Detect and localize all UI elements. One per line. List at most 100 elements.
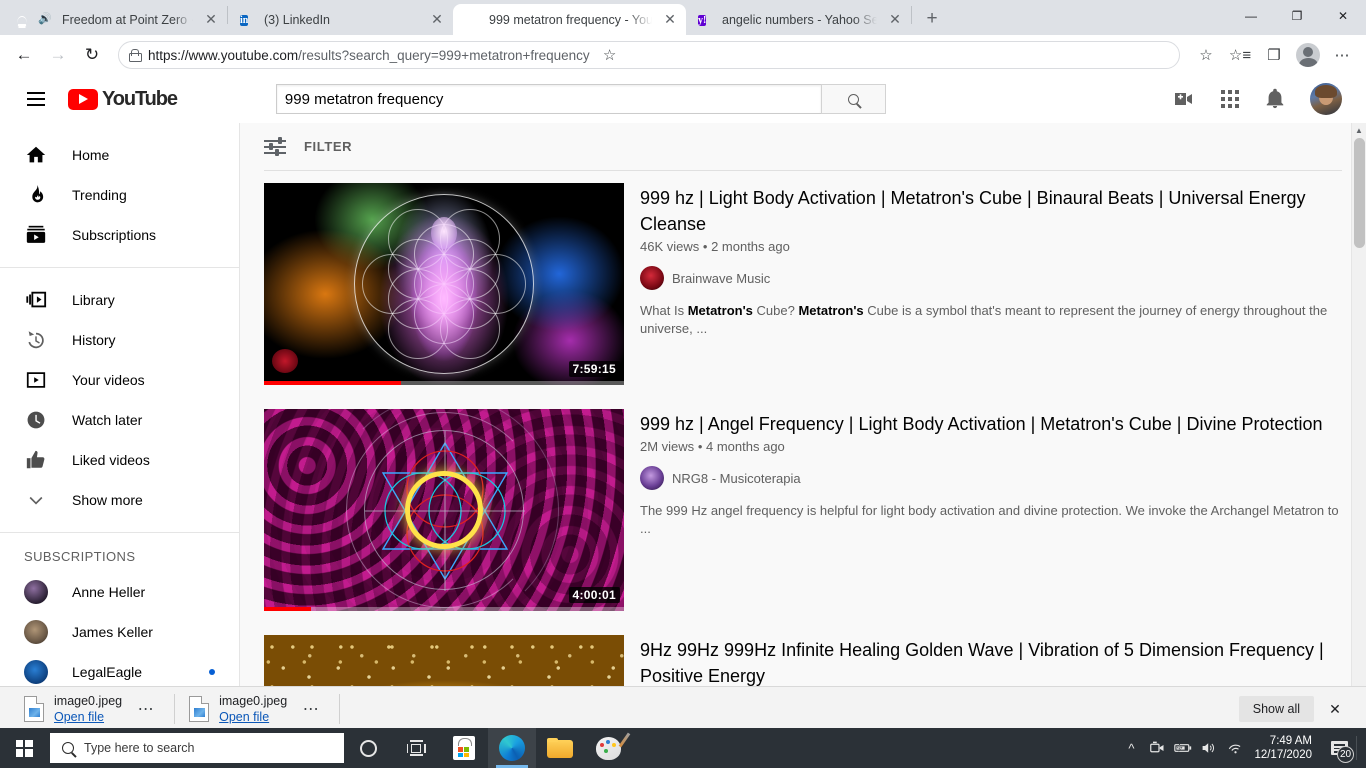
- video-description: The 999 Hz angel frequency is helpful fo…: [640, 502, 1342, 538]
- tab-close-icon[interactable]: ✕: [201, 10, 221, 30]
- add-to-favorites-icon[interactable]: ☆: [1190, 39, 1222, 71]
- url-path: /results?search_query=999+metatron+frequ…: [298, 47, 590, 63]
- tab-close-icon[interactable]: ✕: [885, 10, 905, 30]
- channel-avatar: [24, 620, 48, 644]
- sidebar-item-watch-later[interactable]: Watch later: [0, 400, 239, 440]
- sidebar-item-show-more[interactable]: Show more: [0, 480, 239, 520]
- battery-icon[interactable]: [1170, 728, 1196, 768]
- show-hidden-icons-arrow[interactable]: ^: [1118, 728, 1144, 768]
- browser-tab-youtube[interactable]: 999 metatron frequency - YouTube ✕: [453, 4, 686, 35]
- channel-avatar: [640, 266, 664, 290]
- flame-icon: [24, 183, 48, 207]
- cortana-button[interactable]: [344, 728, 392, 768]
- download-item[interactable]: image0.jpeg Open file ⋯: [175, 687, 339, 732]
- task-view-button[interactable]: [392, 728, 440, 768]
- tab-close-icon[interactable]: ✕: [427, 10, 447, 30]
- account-avatar[interactable]: [1310, 83, 1342, 115]
- search-result-item[interactable]: 7:59:15 999 hz | Light Body Activation |…: [264, 171, 1342, 397]
- search-result-item[interactable]: 4:00:01 999 hz | Angel Frequency | Light…: [264, 397, 1342, 623]
- wifi-icon[interactable]: [1222, 728, 1248, 768]
- paint-button[interactable]: [584, 728, 632, 768]
- close-window-button[interactable]: ✕: [1320, 0, 1366, 32]
- sidebar-item-liked-videos[interactable]: Liked videos: [0, 440, 239, 480]
- sidebar-item-home[interactable]: Home: [0, 135, 239, 175]
- video-title[interactable]: 999 hz | Light Body Activation | Metatro…: [640, 185, 1342, 237]
- microsoft-edge-button[interactable]: [488, 728, 536, 768]
- collections-icon[interactable]: ❐: [1258, 39, 1290, 71]
- browser-tab-spotify[interactable]: 🔊 Freedom at Point Zero · Jeff ✕: [2, 4, 227, 35]
- chevron-down-icon: [24, 488, 48, 512]
- tab-audio-playing-icon[interactable]: 🔊: [38, 14, 54, 25]
- profile-icon[interactable]: [1292, 39, 1324, 71]
- open-file-link[interactable]: Open file: [219, 710, 287, 724]
- channel-avatar: [640, 466, 664, 490]
- settings-more-icon[interactable]: ⋯: [1326, 39, 1358, 71]
- scrollbar-thumb[interactable]: [1354, 138, 1365, 248]
- camera-icon[interactable]: [1144, 728, 1170, 768]
- search-input[interactable]: [275, 84, 821, 114]
- video-title[interactable]: 999 hz | Angel Frequency | Light Body Ac…: [640, 411, 1342, 437]
- page-scrollbar[interactable]: ▲: [1351, 123, 1366, 731]
- notification-center-button[interactable]: 20: [1322, 728, 1356, 768]
- show-all-downloads-button[interactable]: Show all: [1238, 696, 1314, 722]
- youtube-header: YouTube: [0, 75, 1366, 123]
- reload-icon[interactable]: ↻: [76, 39, 108, 71]
- minimize-button[interactable]: —: [1228, 0, 1274, 32]
- apps-grid-icon[interactable]: [1220, 89, 1240, 109]
- download-bar: image0.jpeg Open file ⋯ image0.jpeg Open…: [0, 686, 1366, 731]
- file-explorer-button[interactable]: [536, 728, 584, 768]
- new-tab-button[interactable]: +: [918, 5, 946, 33]
- browser-tab-linkedin[interactable]: in (3) LinkedIn ✕: [228, 4, 453, 35]
- sidebar-item-history[interactable]: History: [0, 320, 239, 360]
- golden-ring: [405, 471, 483, 549]
- channel-row[interactable]: NRG8 - Musicoterapia: [640, 466, 1342, 490]
- favorite-star-icon[interactable]: ☆: [598, 39, 622, 71]
- microsoft-store-button[interactable]: [440, 728, 488, 768]
- start-button[interactable]: [0, 728, 48, 768]
- download-more-icon[interactable]: ⋯: [132, 695, 160, 723]
- video-thumbnail[interactable]: 7:59:15: [264, 183, 624, 385]
- close-download-bar-icon[interactable]: ✕: [1320, 694, 1350, 724]
- channel-name[interactable]: NRG8 - Musicoterapia: [672, 471, 801, 486]
- hamburger-menu-icon[interactable]: [16, 79, 56, 119]
- sidebar-item-trending[interactable]: Trending: [0, 175, 239, 215]
- taskbar-clock[interactable]: 7:49 AM 12/17/2020: [1248, 728, 1322, 768]
- tab-close-icon[interactable]: ✕: [660, 10, 680, 30]
- sidebar-item-library[interactable]: Library: [0, 280, 239, 320]
- sidebar-item-label: History: [72, 332, 116, 348]
- sidebar-item-subscriptions[interactable]: Subscriptions: [0, 215, 239, 255]
- youtube-logo[interactable]: YouTube: [68, 88, 178, 111]
- maximize-button[interactable]: ❐: [1274, 0, 1320, 32]
- sidebar-item-label: Library: [72, 292, 115, 308]
- download-more-icon[interactable]: ⋯: [297, 695, 325, 723]
- search-button[interactable]: [820, 84, 886, 114]
- notifications-bell-icon[interactable]: [1264, 88, 1286, 110]
- volume-icon[interactable]: [1196, 728, 1222, 768]
- sidebar-item-your-videos[interactable]: Your videos: [0, 360, 239, 400]
- video-thumbnail[interactable]: 4:00:01: [264, 409, 624, 611]
- download-item[interactable]: image0.jpeg Open file ⋯: [10, 687, 174, 732]
- channel-row[interactable]: Brainwave Music: [640, 266, 1342, 290]
- browser-tab-yahoo[interactable]: y! angelic numbers - Yahoo Search ✕: [686, 4, 911, 35]
- show-desktop-button[interactable]: [1356, 736, 1362, 760]
- channel-name[interactable]: Brainwave Music: [672, 271, 770, 286]
- yahoo-icon: y!: [698, 14, 707, 26]
- scroll-up-icon[interactable]: ▲: [1352, 123, 1366, 138]
- cortana-icon: [359, 739, 377, 757]
- filter-bar[interactable]: FILTER: [264, 123, 1342, 171]
- address-bar[interactable]: https://www.youtube.com/results?search_q…: [118, 41, 1180, 69]
- view-count: 46K views: [640, 239, 700, 254]
- forward-icon[interactable]: →: [42, 39, 74, 71]
- open-file-link[interactable]: Open file: [54, 710, 122, 724]
- sidebar-subscription-anne-heller[interactable]: Anne Heller: [0, 572, 239, 612]
- back-icon[interactable]: ←: [8, 39, 40, 71]
- video-title[interactable]: 9Hz 99Hz 999Hz Infinite Healing Golden W…: [640, 637, 1342, 689]
- image-file-icon: [24, 696, 44, 722]
- favorites-list-icon[interactable]: ☆≡: [1224, 39, 1256, 71]
- taskbar-search-box[interactable]: Type here to search: [50, 733, 344, 763]
- desc-highlight: Metatron's: [687, 303, 753, 318]
- sidebar-subscription-james-keller[interactable]: James Keller: [0, 612, 239, 652]
- sidebar-section-subscriptions: SUBSCRIPTIONS Anne Heller James Keller L…: [0, 533, 239, 704]
- create-video-icon[interactable]: [1172, 87, 1196, 111]
- watch-progress-bar: [264, 607, 624, 611]
